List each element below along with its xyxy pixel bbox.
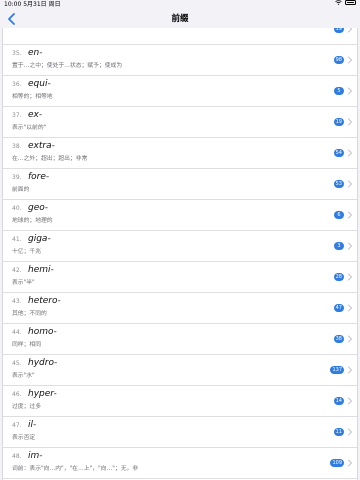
prefix-word: hyper- <box>28 389 57 399</box>
chevron-right-icon <box>348 304 352 312</box>
list-item[interactable]: 45. hydro- 表示"水" 137 <box>3 355 357 386</box>
word-count-badge: 98 <box>333 56 344 64</box>
chevron-right-icon <box>348 242 352 250</box>
word-count-badge: 47 <box>333 304 344 312</box>
prefix-meaning: 词前：表示"向…内"，"在…上"，"向…"；无，非 <box>12 466 139 472</box>
word-count-badge: 11 <box>333 428 344 436</box>
status-date: 5月31日 周日 <box>23 1 61 8</box>
chevron-right-icon <box>348 211 352 219</box>
battery-icon <box>345 0 356 5</box>
list-item[interactable]: 47. il- 表示否定 11 <box>3 417 357 448</box>
chevron-right-icon <box>348 56 352 64</box>
item-number: 44. <box>12 329 22 336</box>
prefix-word: equi- <box>28 79 51 89</box>
navigation-bar: 前缀 <box>0 10 360 28</box>
word-count-badge: 109 <box>330 459 344 467</box>
list-item[interactable]: 34.em-19 <box>3 28 357 45</box>
item-number: 48. <box>12 453 22 460</box>
list-item[interactable]: 38. extra- 在…之外；超出；超出；非常 54 <box>3 138 357 169</box>
word-count-badge: 19 <box>333 28 344 33</box>
prefix-meaning: 同样；相同 <box>12 342 41 348</box>
prefix-word: il- <box>28 420 37 430</box>
word-count-badge: 137 <box>330 366 344 374</box>
word-count-badge: 53 <box>333 180 344 188</box>
list-item[interactable]: 48. im- 词前：表示"向…内"，"在…上"，"向…"；无，非 109 <box>3 448 357 479</box>
list-item[interactable]: 44. homo- 同样；相同 38 <box>3 324 357 355</box>
prefix-word: hetero- <box>28 296 61 306</box>
list-item[interactable]: 42. hemi- 表示"半" 28 <box>3 262 357 293</box>
list-item[interactable]: 40. geo- 地球的；地理的 6 <box>3 200 357 231</box>
prefix-word: en- <box>28 48 43 58</box>
word-count-badge: 28 <box>333 273 344 281</box>
prefix-meaning: 表示"以前的" <box>12 125 47 131</box>
prefix-meaning: 在…之外；超出；超出；非常 <box>12 156 88 162</box>
prefix-word: im- <box>28 451 43 461</box>
chevron-right-icon <box>348 273 352 281</box>
prefix-meaning: 十亿；千兆 <box>12 249 41 255</box>
chevron-right-icon <box>348 366 352 374</box>
prefix-meaning: 地球的；地理的 <box>12 218 53 224</box>
item-number: 37. <box>12 112 22 119</box>
list-item[interactable]: 46. hyper- 过度；过多 14 <box>3 386 357 417</box>
prefix-word: fore- <box>28 172 50 182</box>
item-number: 43. <box>12 298 22 305</box>
item-number: 36. <box>12 81 22 88</box>
word-count-badge: 38 <box>333 335 344 343</box>
word-count-badge: 14 <box>333 397 344 405</box>
prefix-word: ex- <box>28 110 43 120</box>
prefix-word: giga- <box>28 234 51 244</box>
prefix-word: geo- <box>28 203 49 213</box>
item-number: 41. <box>12 236 22 243</box>
list-item[interactable]: 41. giga- 十亿；千兆 3 <box>3 231 357 262</box>
status-time-date: 10:00 5月31日 周日 <box>4 0 61 10</box>
list-item[interactable]: 43. hetero- 其他；不同的 47 <box>3 293 357 324</box>
chevron-right-icon <box>348 87 352 95</box>
prefix-meaning: 过度；过多 <box>12 404 41 410</box>
prefix-meaning: 其他；不同的 <box>12 311 47 317</box>
wifi-icon <box>335 0 342 5</box>
status-bar: 10:00 5月31日 周日 <box>0 0 360 10</box>
chevron-right-icon <box>348 459 352 467</box>
item-number: 46. <box>12 391 22 398</box>
chevron-right-icon <box>348 118 352 126</box>
prefix-meaning: 表示"水" <box>12 373 35 379</box>
page-title: 前缀 <box>171 14 189 24</box>
prefix-meaning: 置于…之中；使处于…状态；赋予；使成为 <box>12 63 123 69</box>
chevron-right-icon <box>348 28 352 33</box>
item-number: 39. <box>12 174 22 181</box>
chevron-right-icon <box>348 428 352 436</box>
item-number: 42. <box>12 267 22 274</box>
word-count-badge: 5 <box>334 87 344 95</box>
list-item[interactable]: 39. fore- 前面的 53 <box>3 169 357 200</box>
chevron-right-icon <box>348 397 352 405</box>
list-item[interactable]: 37. ex- 表示"以前的" 19 <box>3 107 357 138</box>
chevron-right-icon <box>348 335 352 343</box>
list-item[interactable]: 36. equi- 相等的；相等地 5 <box>3 76 357 107</box>
chevron-right-icon <box>348 149 352 157</box>
chevron-right-icon <box>348 180 352 188</box>
word-count-badge: 54 <box>333 149 344 157</box>
status-icons <box>335 0 356 5</box>
prefix-meaning: 表示"半" <box>12 280 35 286</box>
prefix-list[interactable]: 34.em-19 35. en- 置于…之中；使处于…状态；赋予；使成为 98 36. eq… <box>2 28 358 480</box>
list-item[interactable]: 35. en- 置于…之中；使处于…状态；赋予；使成为 98 <box>3 45 357 76</box>
prefix-word: extra- <box>28 141 55 151</box>
item-number: 45. <box>12 360 22 367</box>
prefix-word: hydro- <box>28 358 58 368</box>
status-time: 10:00 <box>4 1 22 8</box>
prefix-meaning: 相等的；相等地 <box>12 94 53 100</box>
item-number: 38. <box>12 143 22 150</box>
prefix-meaning: 表示否定 <box>12 435 36 441</box>
prefix-meaning: 前面的 <box>12 187 30 193</box>
item-number: 35. <box>12 50 22 57</box>
item-number: 40. <box>12 205 22 212</box>
item-number: 47. <box>12 422 22 429</box>
word-count-badge: 19 <box>333 118 344 126</box>
prefix-word: homo- <box>28 327 57 337</box>
word-count-badge: 3 <box>334 242 344 250</box>
prefix-word: hemi- <box>28 265 54 275</box>
word-count-badge: 6 <box>334 211 344 219</box>
